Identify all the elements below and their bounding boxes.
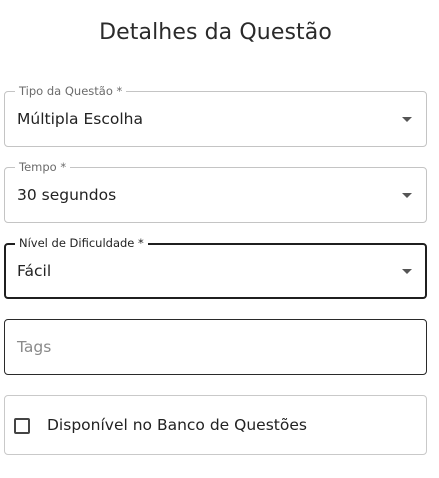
difficulty-value: Fácil bbox=[17, 262, 52, 280]
caret-down-icon bbox=[402, 269, 412, 274]
question-bank-label: Disponível no Banco de Questões bbox=[47, 416, 307, 434]
time-select[interactable]: Tempo * 30 segundos bbox=[4, 160, 427, 223]
difficulty-select[interactable]: Nível de Dificuldade * Fácil bbox=[4, 236, 427, 299]
question-type-select[interactable]: Tipo da Questão * Múltipla Escolha bbox=[4, 84, 427, 147]
tags-input[interactable]: Tags bbox=[4, 319, 427, 375]
checkbox-unchecked-icon[interactable] bbox=[14, 418, 30, 434]
caret-down-icon bbox=[402, 117, 412, 122]
caret-down-icon bbox=[402, 193, 412, 198]
question-bank-option[interactable]: Disponível no Banco de Questões bbox=[4, 395, 427, 455]
difficulty-label: Nível de Dificuldade * bbox=[15, 236, 148, 250]
page-title: Detalhes da Questão bbox=[99, 20, 332, 45]
time-label: Tempo * bbox=[15, 160, 71, 174]
question-type-label: Tipo da Questão * bbox=[15, 84, 127, 98]
time-value: 30 segundos bbox=[17, 186, 117, 204]
tags-placeholder: Tags bbox=[17, 338, 52, 356]
question-type-value: Múltipla Escolha bbox=[17, 110, 143, 128]
